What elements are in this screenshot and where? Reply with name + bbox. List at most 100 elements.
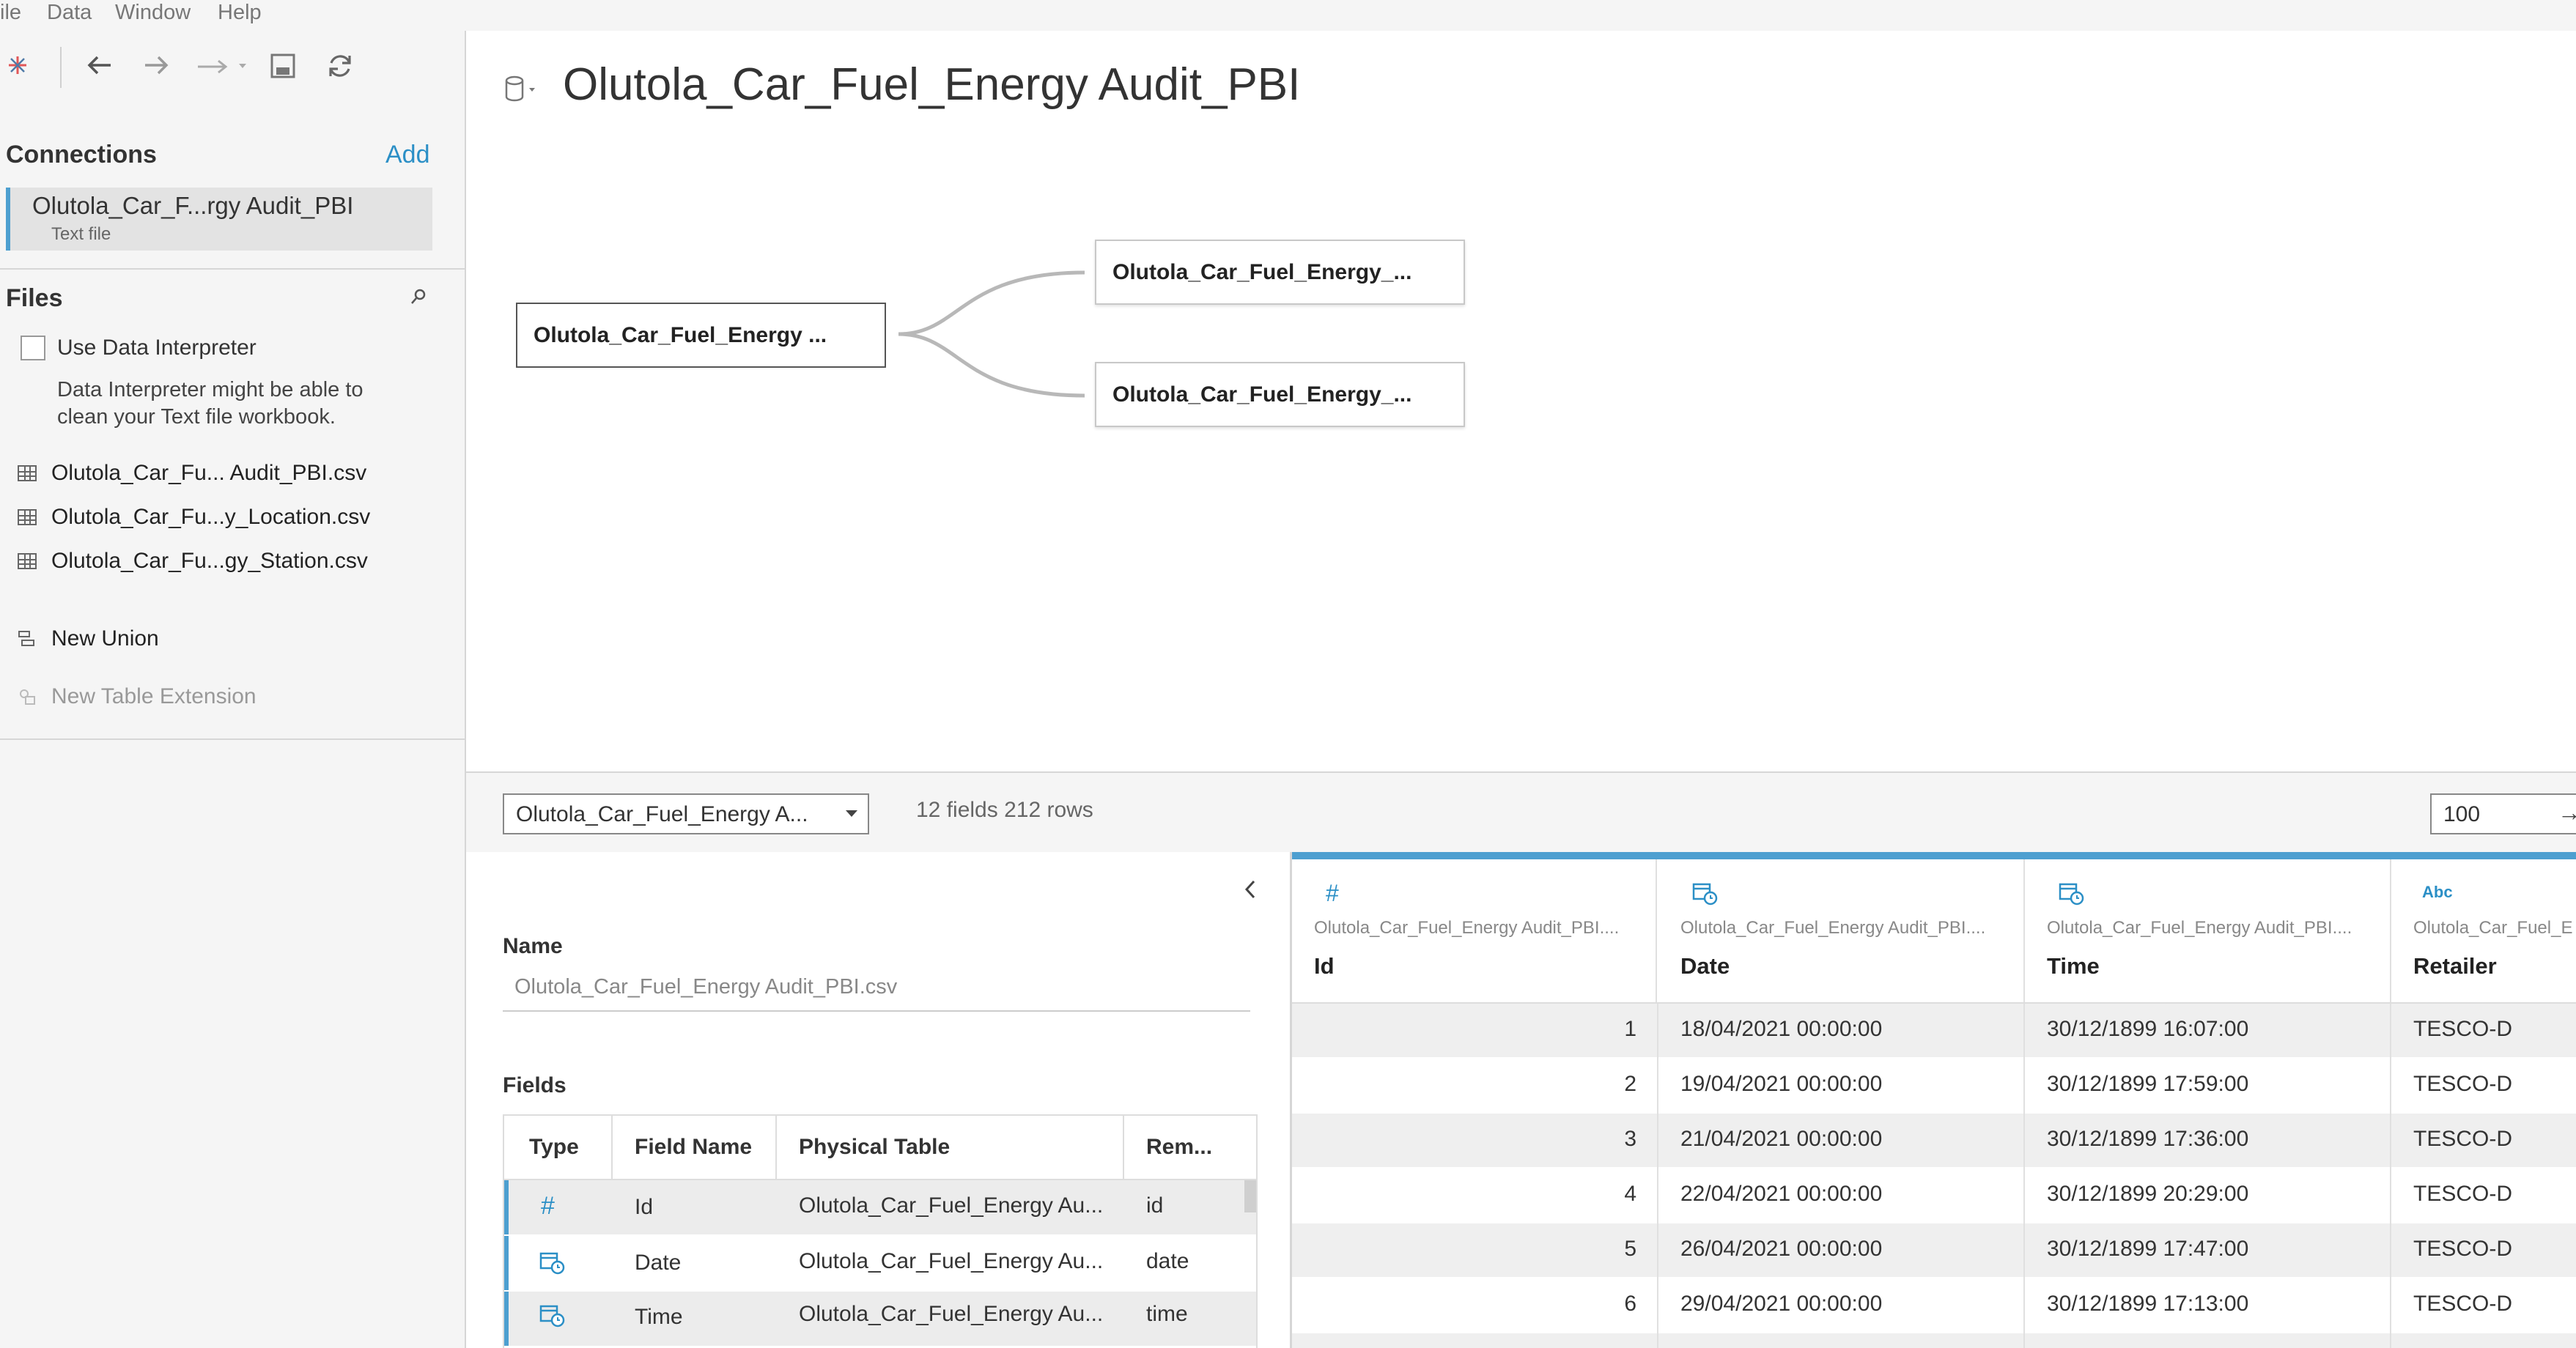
grid-header-accent [1292,852,2576,859]
cell-id: 4 [1624,1182,1636,1206]
cell-time: 30/12/1899 17:13:00 [2047,1292,2249,1316]
col-header-remote[interactable]: Rem... [1146,1135,1212,1160]
connection-type: Text file [51,224,111,244]
new-table-extension-item[interactable]: New Table Extension [18,682,257,711]
datetime-icon [539,1303,566,1332]
cell-id: 5 [1624,1237,1636,1261]
refresh-icon[interactable] [325,51,355,86]
cell-id: 2 [1624,1072,1636,1096]
file-item[interactable]: Olutola_Car_Fu... Audit_PBI.csv [18,459,366,488]
table-row[interactable]: 2 19/04/2021 00:00:00 30/12/1899 17:59:0… [1292,1059,2576,1112]
cell-retailer: TESCO-D [2413,1072,2512,1096]
cell-date: 19/04/2021 00:00:00 [1680,1072,1883,1096]
table-icon [18,553,37,569]
table-select-value: Olutola_Car_Fuel_Energy A... [516,802,808,826]
table-row[interactable]: 1 18/04/2021 00:00:00 30/12/1899 16:07:0… [1292,1004,2576,1057]
physical-table: Olutola_Car_Fuel_Energy Au... [799,1249,1104,1273]
cell-time: 30/12/1899 17:36:00 [2047,1127,2249,1151]
cell-id: 1 [1624,1017,1636,1041]
cell-date: 18/04/2021 00:00:00 [1680,1017,1883,1041]
col-divider [611,1116,613,1179]
remote-name: id [1146,1193,1164,1218]
data-grid-body: 1 18/04/2021 00:00:00 30/12/1899 16:07:0… [1292,1004,2576,1348]
remote-name: date [1146,1249,1189,1273]
cell-retailer: TESCO-D [2413,1237,2512,1261]
table-row[interactable] [1292,1333,2576,1348]
field-name: Time [635,1305,683,1329]
datasource-title[interactable]: Olutola_Car_Fuel_Energy Audit_PBI [563,59,1300,111]
grid-column-header[interactable]: Olutola_Car_Fuel_Energy Audit_PBI.... Da… [1658,859,2025,1002]
collapse-chevron-icon[interactable] [1243,878,1258,904]
search-icon[interactable] [409,287,428,310]
row-limit-value: 100 [2443,802,2481,826]
canvas-table-related[interactable]: Olutola_Car_Fuel_Energy_... [1095,240,1465,305]
arrow-right-icon[interactable]: → [2558,799,2576,826]
name-label: Name [503,934,563,958]
col-header-physical-table[interactable]: Physical Table [799,1135,950,1160]
col-header-type[interactable]: Type [529,1135,579,1160]
remote-name: time [1146,1302,1188,1326]
cell-time: 30/12/1899 17:59:00 [2047,1072,2249,1096]
cell-time: 30/12/1899 17:47:00 [2047,1237,2249,1261]
file-item[interactable]: Olutola_Car_Fu...y_Location.csv [18,503,370,532]
save-icon[interactable] [270,53,296,84]
table-row[interactable]: 5 26/04/2021 00:00:00 30/12/1899 17:47:0… [1292,1223,2576,1277]
data-interpreter-label: Use Data Interpreter [57,336,257,360]
toolbar-divider [60,47,62,88]
number-icon: # [1326,880,1339,906]
grid-column-header[interactable]: Abc Olutola_Car_Fuel_E Retailer [2391,859,2576,1002]
table-icon [18,509,37,525]
table-select-dropdown[interactable]: Olutola_Car_Fuel_Energy A... [503,793,869,834]
forward-arrow-icon[interactable] [141,50,171,86]
canvas-table-related[interactable]: Olutola_Car_Fuel_Energy_... [1095,362,1465,427]
col-header-field-name[interactable]: Field Name [635,1135,752,1160]
menu-file[interactable]: ile [0,0,21,25]
data-grid-toolbar: Olutola_Car_Fuel_Energy A... 12 fields 2… [466,771,2576,853]
name-field[interactable]: Olutola_Car_Fuel_Energy Audit_PBI.csv [503,974,1250,1012]
fields-table-row[interactable]: # Id Olutola_Car_Fuel_Energy Au... id [504,1180,1256,1234]
col-divider [1657,1004,1658,1348]
union-icon [18,629,37,648]
canvas-table-related-label: Olutola_Car_Fuel_Energy_... [1112,382,1412,407]
new-union-item[interactable]: New Union [18,624,159,653]
fields-table: Type Field Name Physical Table Rem... # … [503,1114,1258,1348]
canvas-table-related-label: Olutola_Car_Fuel_Energy_... [1112,259,1412,284]
fields-table-row[interactable]: Date Olutola_Car_Fuel_Energy Au... date [504,1236,1256,1290]
file-item-label: Olutola_Car_Fu... Audit_PBI.csv [51,461,367,485]
connection-item[interactable]: Olutola_Car_F...rgy Audit_PBI Text file [6,188,432,251]
menu-window[interactable]: Window [115,0,191,25]
menu-data[interactable]: Data [47,0,92,25]
tableau-logo-icon [6,53,29,82]
file-item[interactable]: Olutola_Car_Fu...gy_Station.csv [18,547,368,576]
add-connection-link[interactable]: Add [385,141,430,169]
redo-dropdown-icon[interactable] [195,53,254,82]
grid-column-header[interactable]: Olutola_Car_Fuel_Energy Audit_PBI.... Ti… [2025,859,2391,1002]
cell-id: 3 [1624,1127,1636,1151]
column-name: Id [1314,953,1335,979]
table-row[interactable]: 3 21/04/2021 00:00:00 30/12/1899 17:36:0… [1292,1114,2576,1167]
section-divider [0,268,465,270]
data-interpreter-checkbox[interactable] [21,336,45,360]
grid-column-header[interactable]: # Olutola_Car_Fuel_Energy Audit_PBI.... … [1292,859,1657,1002]
datasource-icon[interactable] [503,73,538,109]
fields-table-scrollbar[interactable] [1244,1180,1256,1212]
physical-table: Olutola_Car_Fuel_Energy Au... [799,1193,1104,1218]
cell-date: 21/04/2021 00:00:00 [1680,1127,1883,1151]
datetime-icon [2059,881,2085,910]
new-union-label: New Union [51,626,159,651]
table-row[interactable]: 6 29/04/2021 00:00:00 30/12/1899 17:13:0… [1292,1278,2576,1332]
canvas-table-main[interactable]: Olutola_Car_Fuel_Energy ... [516,303,886,368]
col-divider [1123,1116,1124,1179]
col-divider [775,1116,777,1179]
back-arrow-icon[interactable] [84,50,115,86]
new-table-extension-label: New Table Extension [51,684,257,708]
cell-id: 6 [1624,1292,1636,1316]
table-row[interactable]: 4 22/04/2021 00:00:00 30/12/1899 20:29:0… [1292,1169,2576,1222]
file-item-label: Olutola_Car_Fu...y_Location.csv [51,505,371,529]
fields-table-row[interactable]: Time Olutola_Car_Fuel_Energy Au... time [504,1292,1256,1346]
datetime-icon [1692,881,1719,910]
field-name: Id [635,1195,654,1219]
menu-help[interactable]: Help [218,0,262,25]
row-limit-input[interactable]: 100 → [2430,793,2576,834]
file-item-label: Olutola_Car_Fu...gy_Station.csv [51,549,368,573]
